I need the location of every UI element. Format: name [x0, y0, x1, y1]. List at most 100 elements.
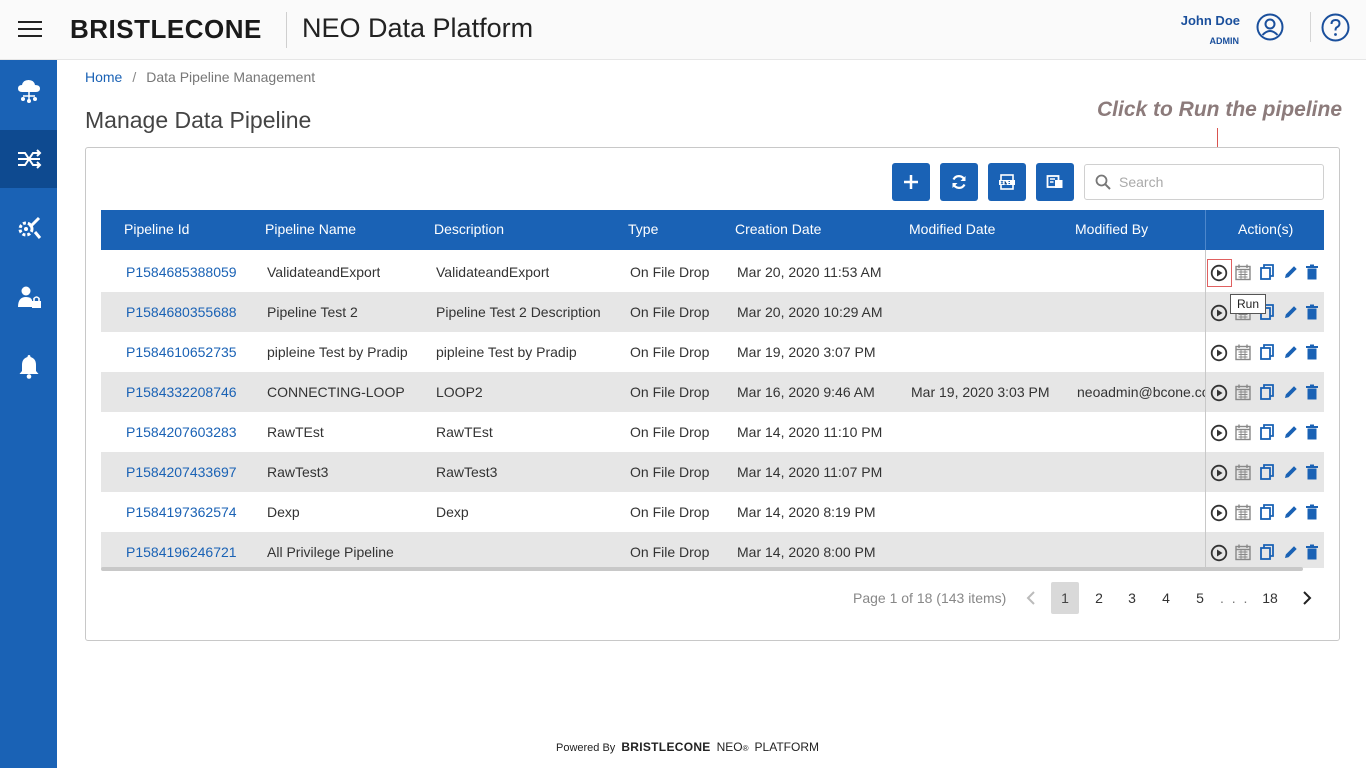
edit-pipeline-button[interactable]: [1281, 502, 1301, 522]
pagination-next-button[interactable]: [1293, 582, 1321, 614]
run-pipeline-button[interactable]: [1209, 423, 1229, 443]
column-header-actions: Action(s): [1238, 221, 1294, 237]
export-xls-button[interactable]: [988, 163, 1026, 201]
sidebar-item-tools[interactable]: [0, 199, 57, 257]
trash-icon: [1306, 464, 1318, 480]
copy-pipeline-button[interactable]: [1257, 422, 1277, 442]
user-name[interactable]: John Doe: [1181, 13, 1240, 28]
trash-icon: [1306, 424, 1318, 440]
table-row: P1584207433697 RawTest3 RawTest3 On File Dr…: [101, 452, 1324, 492]
schedule-pipeline-button[interactable]: [1233, 342, 1253, 362]
pipeline-id-link[interactable]: P1584332208746: [126, 384, 237, 400]
copy-pipeline-button[interactable]: [1257, 462, 1277, 482]
footer-registered-mark: ®: [742, 744, 749, 753]
column-settings-button[interactable]: [1036, 163, 1074, 201]
delete-pipeline-button[interactable]: [1302, 262, 1322, 282]
sidebar-item-data-sources[interactable]: [0, 61, 57, 119]
pipeline-id-link[interactable]: P1584197362574: [126, 504, 237, 520]
edit-pipeline-button[interactable]: [1281, 462, 1301, 482]
schedule-pipeline-button[interactable]: [1233, 262, 1253, 282]
delete-pipeline-button[interactable]: [1302, 342, 1322, 362]
pencil-icon: [1285, 386, 1297, 398]
pagination-page-3[interactable]: 3: [1118, 582, 1146, 614]
copy-pipeline-button[interactable]: [1257, 502, 1277, 522]
edit-pipeline-button[interactable]: [1281, 302, 1301, 322]
pagination-info: Page 1 of 18 (143 items): [853, 590, 1007, 606]
run-pipeline-button[interactable]: [1209, 343, 1229, 363]
modified-date-cell: Mar 19, 2020 3:03 PM: [911, 384, 1050, 400]
product-title: NEO Data Platform: [302, 13, 534, 43]
column-header-creation-date[interactable]: Creation Date: [735, 221, 821, 237]
column-header-modified-date[interactable]: Modified Date: [909, 221, 995, 237]
help-icon[interactable]: [1321, 13, 1350, 42]
pagination-page-5[interactable]: 5: [1186, 582, 1214, 614]
column-header-pipeline-name[interactable]: Pipeline Name: [265, 221, 356, 237]
add-pipeline-button[interactable]: [892, 163, 930, 201]
sidebar-item-user-admin[interactable]: [0, 268, 57, 326]
run-pipeline-button[interactable]: [1209, 543, 1229, 563]
horizontal-scrollbar[interactable]: [101, 567, 1303, 571]
delete-pipeline-button[interactable]: [1302, 462, 1322, 482]
chevron-right-icon: [1303, 591, 1312, 605]
schedule-pipeline-button[interactable]: [1233, 462, 1253, 482]
pipeline-id-link[interactable]: P1584196246721: [126, 544, 237, 560]
pipeline-name-cell: CONNECTING-LOOP: [267, 384, 405, 400]
refresh-button[interactable]: [940, 163, 978, 201]
delete-pipeline-button[interactable]: [1302, 382, 1322, 402]
pipeline-name-cell: All Privilege Pipeline: [267, 544, 394, 560]
delete-pipeline-button[interactable]: [1302, 422, 1322, 442]
schedule-pipeline-button[interactable]: [1233, 382, 1253, 402]
edit-pipeline-button[interactable]: [1281, 382, 1301, 402]
search-input[interactable]: [1119, 173, 1309, 191]
delete-pipeline-button[interactable]: [1302, 502, 1322, 522]
copy-icon: [1260, 344, 1274, 360]
schedule-pipeline-button[interactable]: [1233, 502, 1253, 522]
sidebar-item-pipelines[interactable]: [0, 130, 57, 188]
pagination-page-4[interactable]: 4: [1152, 582, 1180, 614]
pagination-page-last[interactable]: 18: [1256, 582, 1284, 614]
edit-pipeline-button[interactable]: [1281, 542, 1301, 562]
column-header-description[interactable]: Description: [434, 221, 504, 237]
schedule-pipeline-button[interactable]: [1233, 422, 1253, 442]
delete-pipeline-button[interactable]: [1302, 542, 1322, 562]
column-header-pipeline-id[interactable]: Pipeline Id: [124, 221, 189, 237]
calendar-icon: [1235, 544, 1251, 561]
pagination-page-2[interactable]: 2: [1085, 582, 1113, 614]
sidebar-item-notifications[interactable]: [0, 337, 57, 395]
run-pipeline-button[interactable]: [1209, 463, 1229, 483]
column-header-modified-by[interactable]: Modified By: [1075, 221, 1148, 237]
pipeline-id-link[interactable]: P1584610652735: [126, 344, 237, 360]
xls-file-icon: [999, 174, 1015, 190]
user-account-icon[interactable]: [1256, 13, 1284, 41]
pipeline-id-link[interactable]: P1584685388059: [126, 264, 237, 280]
description-cell: pipleine Test by Pradip: [436, 344, 577, 360]
pagination-page-1[interactable]: 1: [1051, 582, 1079, 614]
run-pipeline-button[interactable]: [1209, 383, 1229, 403]
edit-pipeline-button[interactable]: [1281, 342, 1301, 362]
copy-icon: [1260, 264, 1274, 280]
pipeline-id-link[interactable]: P1584207433697: [126, 464, 237, 480]
table-header: Pipeline Id Pipeline Name Description Ty…: [101, 210, 1324, 250]
copy-pipeline-button[interactable]: [1257, 262, 1277, 282]
edit-pipeline-button[interactable]: [1281, 422, 1301, 442]
cloud-network-icon: [17, 80, 40, 103]
breadcrumb-current: Data Pipeline Management: [146, 69, 316, 85]
columns-view-icon: [1046, 175, 1063, 188]
pipeline-id-link[interactable]: P1584207603283: [126, 424, 237, 440]
copy-pipeline-button[interactable]: [1257, 342, 1277, 362]
copy-pipeline-button[interactable]: [1257, 382, 1277, 402]
schedule-pipeline-button[interactable]: [1233, 542, 1253, 562]
breadcrumb-home-link[interactable]: Home: [85, 69, 122, 85]
creation-date-cell: Mar 14, 2020 11:10 PM: [737, 424, 883, 440]
pencil-icon: [1285, 266, 1297, 278]
run-pipeline-button[interactable]: [1209, 503, 1229, 523]
edit-pipeline-button[interactable]: [1281, 262, 1301, 282]
pipeline-id-link[interactable]: P1584680355688: [126, 304, 237, 320]
pipeline-name-cell: pipleine Test by Pradip: [267, 344, 408, 360]
pagination-prev-button[interactable]: [1017, 582, 1045, 614]
delete-pipeline-button[interactable]: [1302, 302, 1322, 322]
copy-pipeline-button[interactable]: [1257, 542, 1277, 562]
hamburger-menu-icon[interactable]: [18, 21, 42, 39]
column-header-type[interactable]: Type: [628, 221, 658, 237]
run-pipeline-button[interactable]: [1209, 303, 1229, 323]
